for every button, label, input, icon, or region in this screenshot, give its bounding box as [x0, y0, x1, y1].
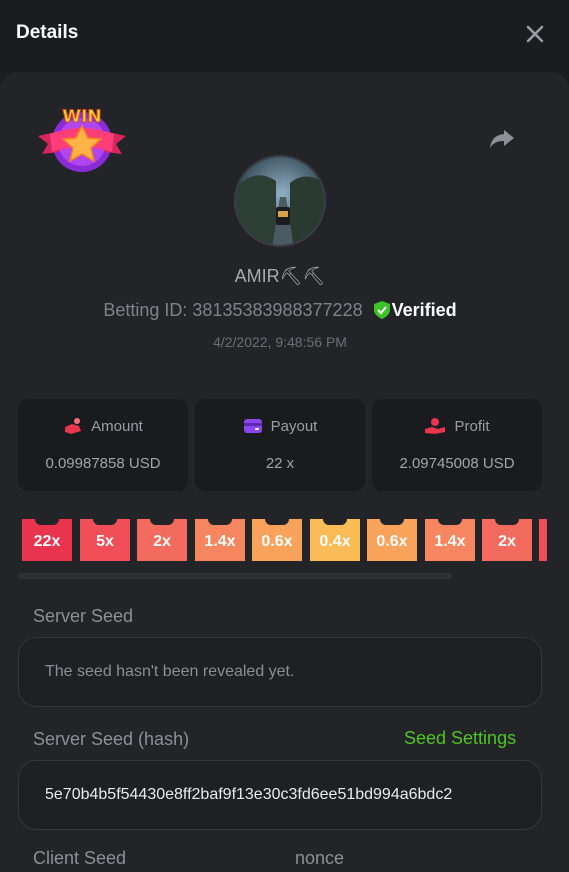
- betting-id-value: 38135383988377228: [192, 300, 363, 320]
- server-seed-label: Server Seed: [33, 606, 134, 626]
- chip-notch: [150, 519, 174, 525]
- seed-settings-link[interactable]: Seed Settings: [404, 728, 516, 749]
- bet-date: 4/2/2022, 9:48:56 PM: [213, 334, 347, 350]
- details-panel: WIN AMIR⛏⛏ Betting ID: 38135383988377228: [0, 72, 569, 872]
- page-title: Details: [16, 22, 79, 43]
- horizontal-scrollbar[interactable]: [18, 573, 452, 579]
- multiplier-chip: 2x: [482, 519, 532, 561]
- chip-notch: [438, 519, 462, 525]
- chip-notch: [380, 519, 404, 525]
- payout-label: Payout: [270, 418, 318, 435]
- multiplier-chip: 2x: [137, 519, 187, 561]
- amount-label: Amount: [91, 418, 143, 435]
- share-icon[interactable]: [486, 122, 518, 154]
- profit-label: Profit: [454, 418, 490, 435]
- multiplier-chip: 0.6x: [367, 519, 417, 561]
- betting-id-row: Betting ID: 38135383988377228 Verified: [0, 300, 560, 321]
- wallet-icon: [243, 419, 262, 433]
- server-seed-hash-label: Server Seed (hash): [33, 729, 190, 749]
- multiplier-chip: 1.4x: [195, 519, 245, 561]
- server-seed-hash-field[interactable]: 5e70b4b5f54430e8ff2baf9f13e30c3fd6ee51bd…: [18, 760, 542, 830]
- close-icon[interactable]: [523, 22, 547, 46]
- multiplier-chip: 5x: [80, 519, 130, 561]
- avatar: [234, 155, 326, 247]
- coin-hand-icon: [65, 418, 82, 434]
- profit-hand-icon: [425, 418, 446, 434]
- multiplier-chip: 1.4x: [425, 519, 475, 561]
- multiplier-chip-partial: [539, 519, 547, 561]
- server-seed-field: The seed hasn't been revealed yet.: [18, 637, 542, 707]
- chip-notch: [323, 519, 347, 525]
- payout-value: 22 x: [265, 455, 295, 472]
- multiplier-chip: 0.4x: [310, 519, 360, 561]
- profit-value: 2.09745008 USD: [399, 455, 515, 472]
- client-seed-label: Client Seed: [33, 848, 127, 868]
- betting-id-label: Betting ID:: [103, 300, 188, 320]
- win-badge-text: WIN: [62, 107, 101, 127]
- username: AMIR⛏⛏: [234, 266, 326, 286]
- multiplier-chip: 0.6x: [252, 519, 302, 561]
- multiplier-chip: 22x: [22, 519, 72, 561]
- amount-card: Amount 0.09987858 USD: [18, 399, 188, 491]
- chip-notch: [93, 519, 117, 525]
- chip-notch: [35, 519, 59, 525]
- multiplier-strip: 22x 5x 2x 1.4x 0.6x 0.4x 0.6x 1.4x 2x: [22, 519, 547, 563]
- nonce-label: nonce: [295, 848, 345, 868]
- chip-notch: [265, 519, 289, 525]
- win-badge-icon: WIN: [38, 107, 126, 172]
- chip-notch: [495, 519, 519, 525]
- amount-value: 0.09987858 USD: [45, 455, 161, 472]
- verified-shield-icon: [373, 301, 390, 319]
- verified-label: Verified: [391, 300, 457, 320]
- payout-card: Payout 22 x: [195, 399, 365, 491]
- profit-card: Profit 2.09745008 USD: [372, 399, 542, 491]
- header: Details: [0, 0, 569, 70]
- chip-notch: [208, 519, 232, 525]
